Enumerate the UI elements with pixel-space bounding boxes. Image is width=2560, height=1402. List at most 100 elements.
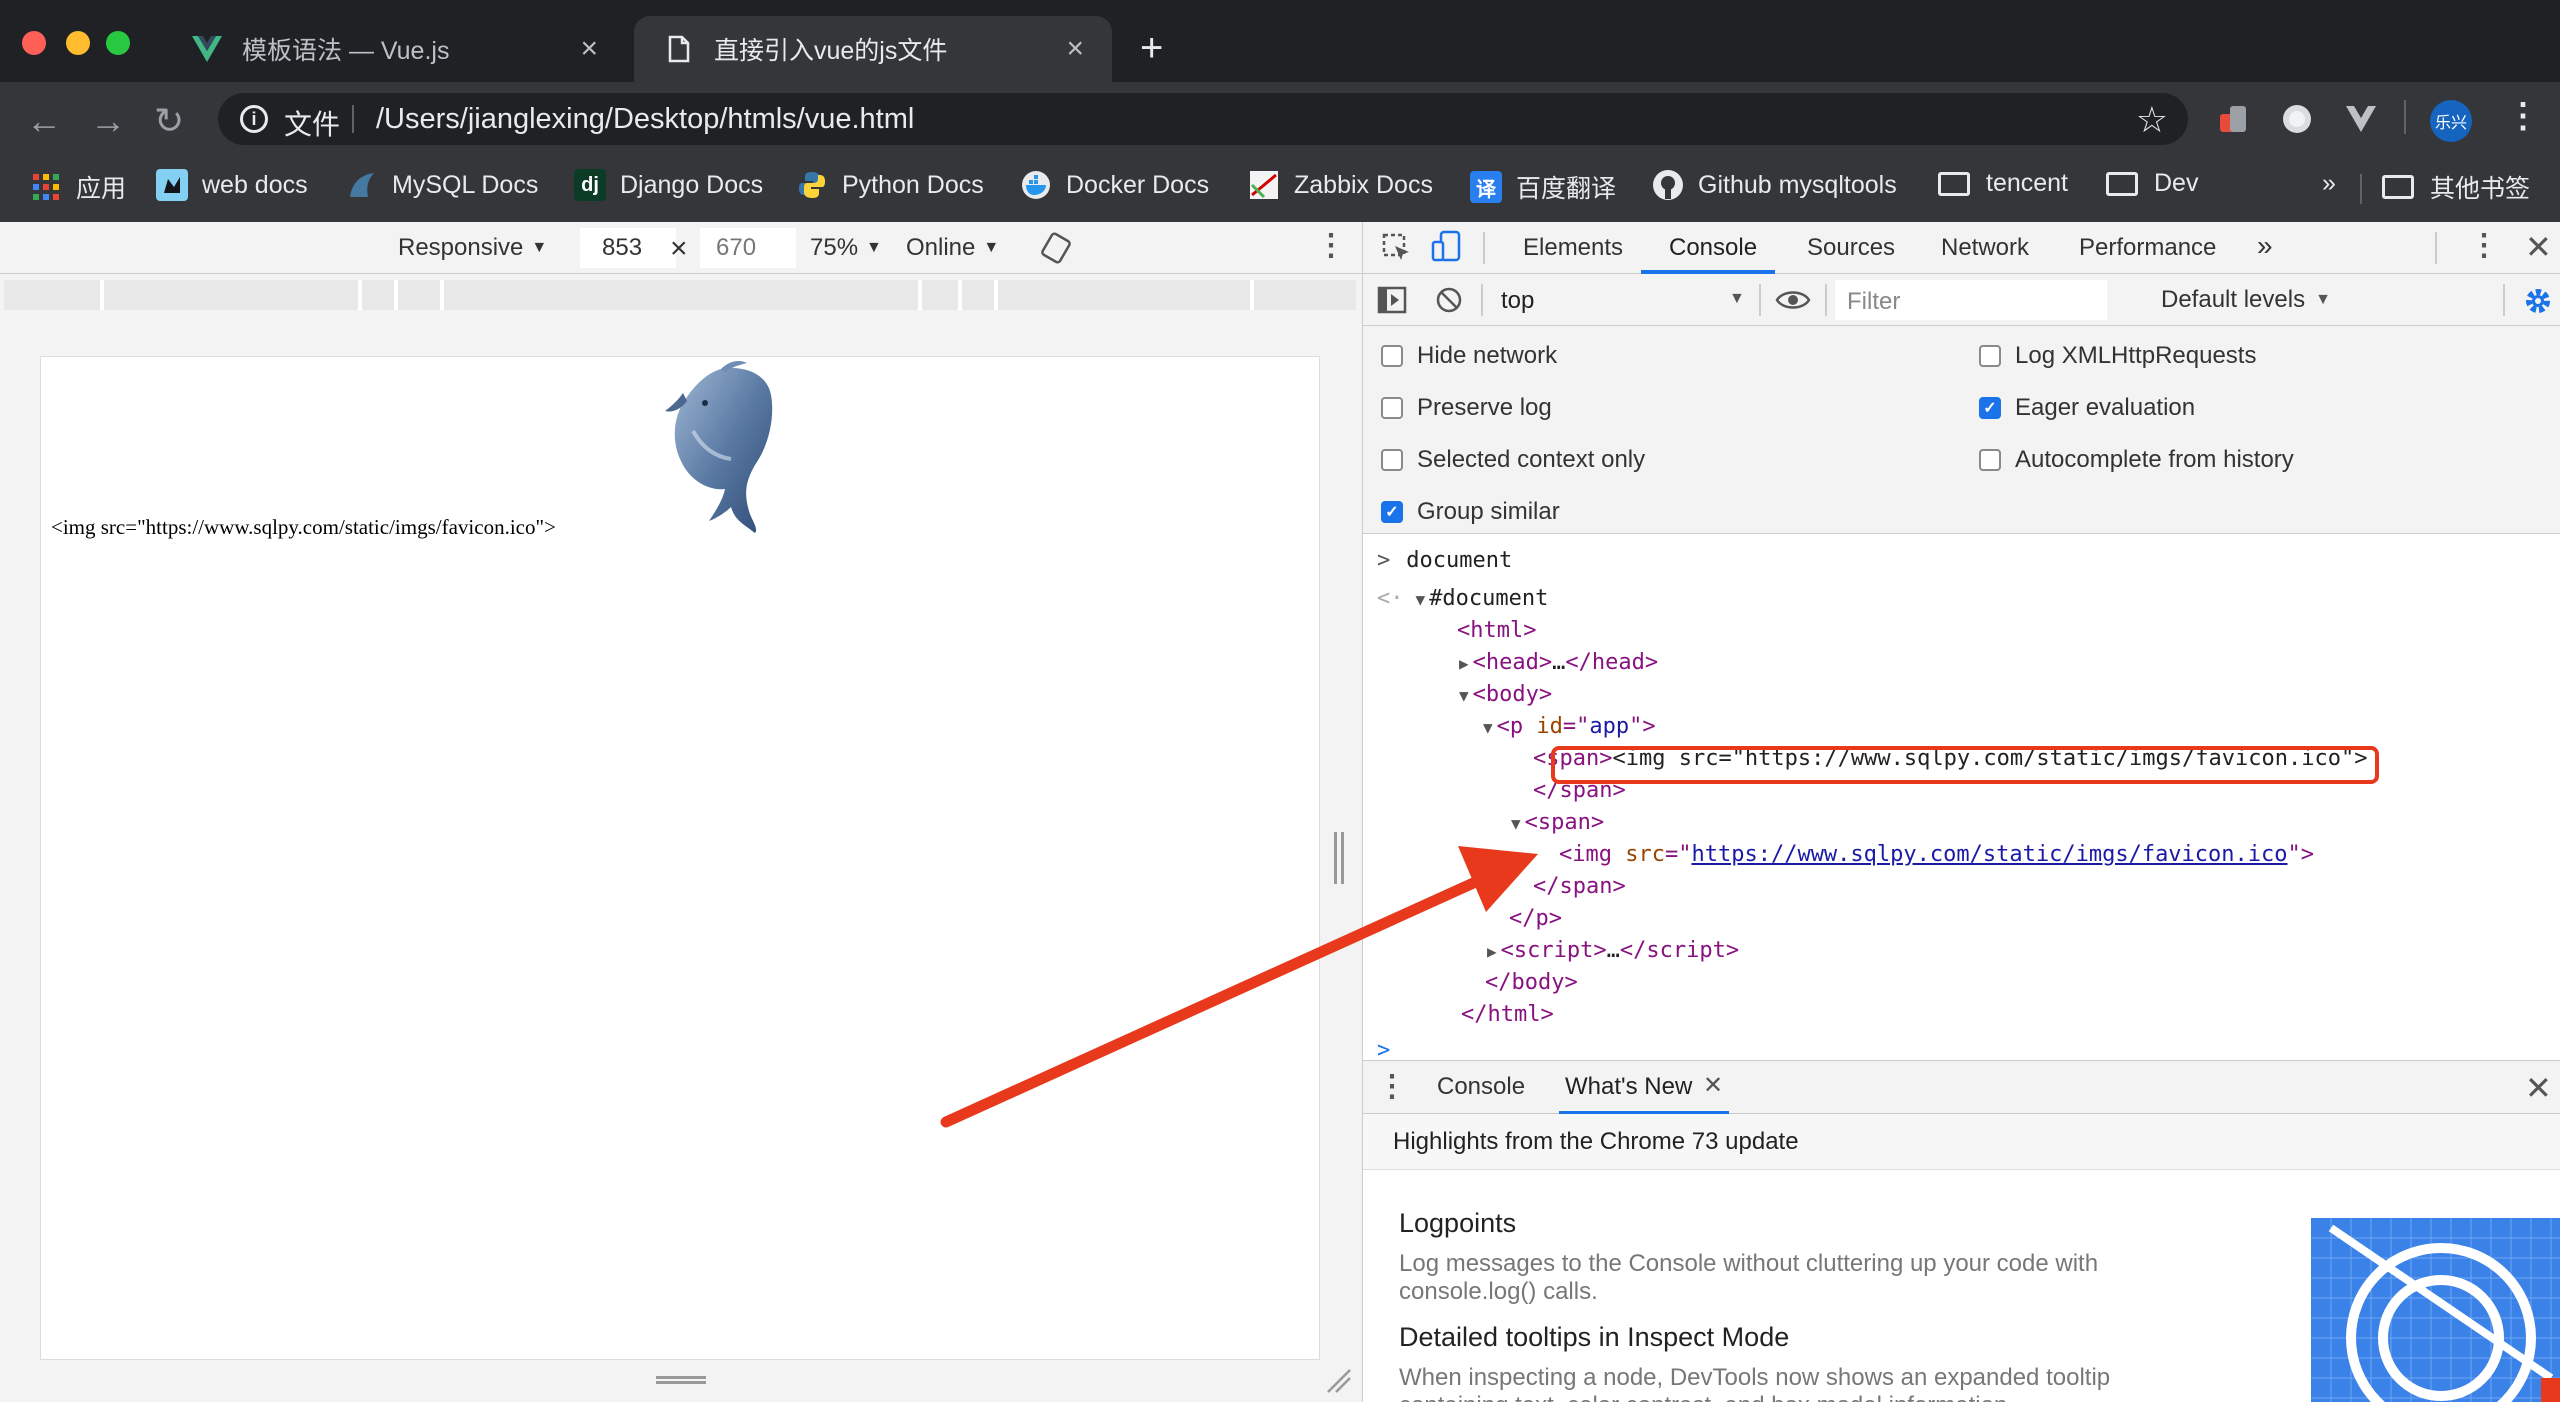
extension-red-icon[interactable] bbox=[2216, 102, 2250, 136]
checkmark-icon[interactable]: ✓ bbox=[1381, 501, 1403, 523]
checkmark-icon[interactable]: ✓ bbox=[1979, 397, 2001, 419]
expand-triangle-icon[interactable]: ▶ bbox=[1487, 942, 1497, 961]
bookmark-baidu-translate[interactable]: 译 百度翻译 bbox=[1470, 169, 1616, 205]
dom-node-span[interactable]: ▼ <span> bbox=[1511, 810, 1604, 835]
close-tab-icon[interactable]: × bbox=[1066, 32, 1084, 66]
bookmark-folder-dev[interactable]: Dev bbox=[2106, 169, 2198, 198]
bookmark-zabbix-docs[interactable]: Zabbix Docs bbox=[1248, 169, 1433, 201]
tab-vue-template-syntax[interactable]: 模板语法 — Vue.js × bbox=[162, 16, 626, 82]
feature-title[interactable]: Logpoints bbox=[1399, 1208, 1516, 1239]
eager-evaluation-checkbox[interactable]: ✓ Eager evaluation bbox=[1979, 394, 2195, 422]
checkbox-box[interactable] bbox=[1381, 397, 1403, 419]
url-text[interactable]: /Users/jianglexing/Desktop/htmls/vue.htm… bbox=[376, 103, 914, 136]
group-similar-checkbox[interactable]: ✓ Group similar bbox=[1381, 498, 1560, 526]
console-filter-input[interactable]: Filter bbox=[1835, 280, 2107, 320]
expand-triangle-icon[interactable]: ▼ bbox=[1511, 814, 1521, 833]
expand-triangle-icon[interactable]: ▼ bbox=[1459, 686, 1469, 705]
drawer-menu-icon[interactable]: ⋮ bbox=[1377, 1069, 1407, 1104]
device-height-input[interactable]: 670 bbox=[700, 228, 796, 268]
address-bar[interactable]: i 文件 /Users/jianglexing/Desktop/htmls/vu… bbox=[218, 93, 2188, 145]
bookmark-folder-tencent[interactable]: tencent bbox=[1938, 169, 2068, 198]
highlights-text: Highlights from the Chrome 73 update bbox=[1393, 1128, 1799, 1155]
selected-context-only-checkbox[interactable]: Selected context only bbox=[1381, 446, 1645, 474]
extension-circle-icon[interactable] bbox=[2280, 102, 2314, 136]
bookmarks-overflow-button[interactable]: » bbox=[2322, 169, 2336, 198]
device-toolbar-menu-icon[interactable]: ⋮ bbox=[1316, 228, 1346, 263]
feature-description: Log messages to the Console without clut… bbox=[1399, 1250, 2099, 1305]
close-tab-icon[interactable]: × bbox=[580, 32, 598, 66]
preserve-log-checkbox[interactable]: Preserve log bbox=[1381, 394, 1552, 422]
info-icon[interactable]: i bbox=[240, 105, 268, 133]
forward-button[interactable]: → bbox=[90, 100, 126, 142]
rotate-icon[interactable] bbox=[1040, 232, 1072, 271]
live-expression-eye-icon[interactable] bbox=[1775, 288, 1811, 317]
tab-network[interactable]: Network bbox=[1941, 234, 2029, 262]
dom-node-head[interactable]: ▶ <head>…</head> bbox=[1459, 650, 1658, 675]
show-sidebar-icon[interactable] bbox=[1377, 286, 1407, 319]
log-xmlhttprequests-checkbox[interactable]: Log XMLHttpRequests bbox=[1979, 342, 2256, 370]
expand-triangle-icon[interactable]: ▼ bbox=[1483, 718, 1493, 737]
drawer-tab-console[interactable]: Console bbox=[1437, 1073, 1525, 1101]
profile-avatar[interactable]: 乐兴 bbox=[2430, 100, 2472, 142]
new-tab-button[interactable]: + bbox=[1140, 26, 1163, 71]
device-toolbar-toggle-icon[interactable] bbox=[1431, 230, 1463, 269]
checkbox-box[interactable] bbox=[1979, 345, 2001, 367]
window-minimize-button[interactable] bbox=[66, 31, 90, 55]
dom-node-img[interactable]: <img src="https://www.sqlpy.com/static/i… bbox=[1559, 842, 2314, 867]
close-drawer-tab-icon[interactable]: ✕ bbox=[1703, 1071, 1723, 1100]
inspect-element-icon[interactable] bbox=[1381, 232, 1413, 269]
reload-button[interactable]: ↻ bbox=[154, 100, 184, 142]
device-mode-select[interactable]: Responsive ▼ bbox=[398, 234, 547, 262]
clear-console-icon[interactable] bbox=[1435, 286, 1463, 319]
network-throttle-select[interactable]: Online ▼ bbox=[906, 234, 999, 262]
bookmark-python-docs[interactable]: Python Docs bbox=[796, 169, 984, 201]
checkbox-box[interactable] bbox=[1979, 449, 2001, 471]
dom-node-script[interactable]: ▶ <script>…</script> bbox=[1487, 938, 1739, 963]
expand-triangle-icon[interactable]: ▶ bbox=[1459, 654, 1469, 673]
bookmark-github-mysqltools[interactable]: Github mysqltools bbox=[1652, 169, 1897, 201]
img-src-link[interactable]: https://www.sqlpy.com/static/imgs/favico… bbox=[1691, 842, 2287, 867]
dom-node-html[interactable]: <html> bbox=[1457, 618, 1536, 643]
tab-sources[interactable]: Sources bbox=[1807, 234, 1895, 262]
devtools-menu-icon[interactable]: ⋮ bbox=[2469, 228, 2499, 263]
device-width-input[interactable]: 853 bbox=[580, 228, 676, 268]
log-levels-select[interactable]: Default levels ▼ bbox=[2161, 286, 2331, 314]
tab-console[interactable]: Console bbox=[1669, 234, 1757, 262]
tab-performance[interactable]: Performance bbox=[2079, 234, 2216, 262]
folder-icon bbox=[1938, 171, 1970, 196]
tab-elements[interactable]: Elements bbox=[1523, 234, 1623, 262]
viewport-resize-handle-corner[interactable] bbox=[1326, 1368, 1352, 1394]
more-tabs-icon[interactable]: » bbox=[2257, 230, 2273, 262]
bookmark-mysql-docs[interactable]: MySQL Docs bbox=[346, 169, 538, 201]
expand-triangle-icon[interactable]: ▼ bbox=[1416, 590, 1426, 609]
bookmark-django-docs[interactable]: dj Django Docs bbox=[574, 169, 763, 201]
feature-title[interactable]: Detailed tooltips in Inspect Mode bbox=[1399, 1322, 1789, 1353]
console-settings-gear-icon[interactable] bbox=[2523, 286, 2553, 321]
viewport-resize-handle-bottom[interactable] bbox=[656, 1376, 706, 1384]
window-zoom-button[interactable] bbox=[106, 31, 130, 55]
close-devtools-icon[interactable]: ✕ bbox=[2525, 228, 2552, 266]
autocomplete-from-history-checkbox[interactable]: Autocomplete from history bbox=[1979, 446, 2294, 474]
bookmark-web-docs[interactable]: web docs bbox=[156, 169, 308, 201]
browser-menu-icon[interactable]: ⋮ bbox=[2506, 96, 2540, 136]
window-close-button[interactable] bbox=[22, 31, 46, 55]
dom-node-p-app[interactable]: ▼ <p id="app"> bbox=[1483, 714, 1656, 739]
hide-network-checkbox[interactable]: Hide network bbox=[1381, 342, 1557, 370]
bookmark-star-icon[interactable]: ☆ bbox=[2136, 99, 2168, 141]
dom-node-body[interactable]: ▼ <body> bbox=[1459, 682, 1552, 707]
bookmark-apps[interactable]: 应用 bbox=[30, 169, 126, 205]
bookmark-folder-other[interactable]: 其他书签 bbox=[2382, 169, 2530, 205]
tab-vue-js-file[interactable]: 直接引入vue的js文件 × bbox=[634, 16, 1112, 82]
close-drawer-icon[interactable]: ✕ bbox=[2525, 1069, 2552, 1107]
browser-toolbar: ← → ↻ i 文件 /Users/jianglexing/Desktop/ht… bbox=[0, 82, 2560, 156]
checkbox-box[interactable] bbox=[1381, 345, 1403, 367]
viewport-resize-handle-right[interactable] bbox=[1334, 832, 1344, 884]
context-select[interactable]: top ▼ bbox=[1491, 274, 1749, 326]
extension-v-icon[interactable] bbox=[2344, 102, 2378, 136]
zoom-select[interactable]: 75% ▼ bbox=[810, 234, 882, 262]
back-button[interactable]: ← bbox=[26, 100, 62, 142]
bookmark-docker-docs[interactable]: Docker Docs bbox=[1020, 169, 1209, 201]
console-result-line[interactable]: <· ▼ #document bbox=[1377, 586, 1548, 611]
checkbox-box[interactable] bbox=[1381, 449, 1403, 471]
drawer-tab-whats-new[interactable]: What's New bbox=[1565, 1073, 1692, 1101]
